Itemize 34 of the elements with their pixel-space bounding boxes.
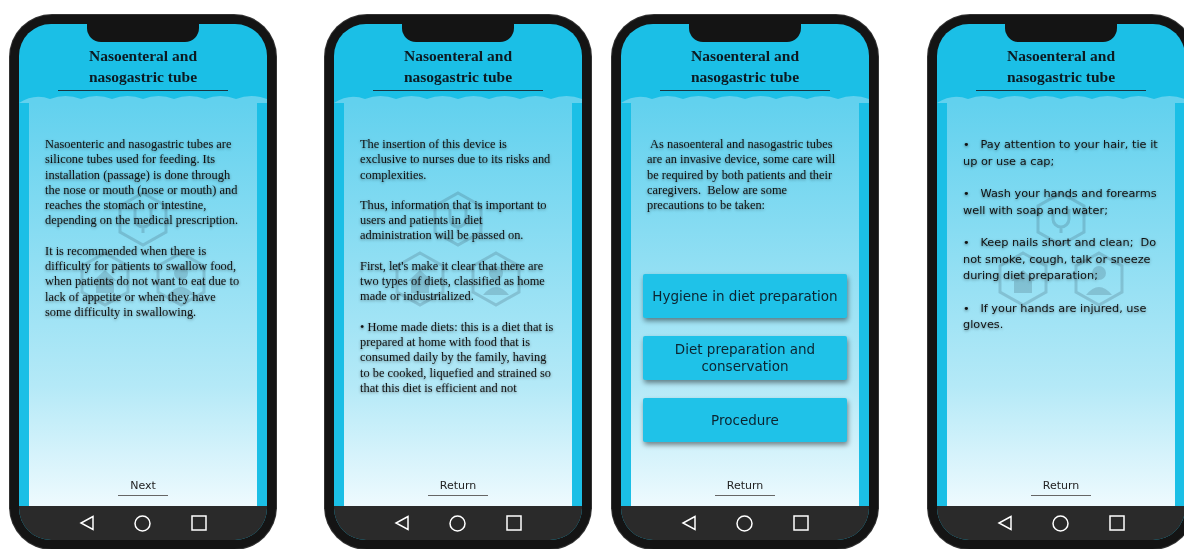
topic-button[interactable]: Procedure — [643, 398, 847, 443]
footer-link[interactable]: Return — [1030, 479, 1092, 496]
paragraph: First, let's make it clear that there are two types of diets, classified as home made or industrialized. — [360, 258, 546, 305]
footer-link[interactable]: Return — [714, 479, 776, 496]
paragraph: • If your hands are injured, use gloves. — [963, 300, 1148, 333]
home-icon[interactable] — [449, 514, 467, 532]
screen-title: Nasoenteral and nasogastric tube — [87, 46, 199, 87]
paragraph: • Pay attention to your hair, tie it up or use a cap; — [963, 137, 1159, 170]
screen-title: Nasoenteral and nasogastric tube — [402, 46, 514, 87]
back-icon[interactable] — [996, 515, 1013, 531]
recent-apps-icon[interactable] — [506, 515, 523, 531]
screen-title: Nasoenteral and nasogastric tube — [1005, 46, 1117, 87]
recent-apps-icon[interactable] — [191, 515, 208, 531]
back-icon[interactable] — [680, 515, 697, 531]
paragraph: Nasoenteric and nasogastric tubes are silicone tubes used for feeding. Its installation (passage) is done through the nose or mouth (nose or mouth) and reaches the stomach or intestine, depending on the medical prescription. — [45, 137, 240, 229]
recent-apps-icon[interactable] — [1109, 515, 1126, 531]
back-icon[interactable] — [78, 515, 95, 531]
topic-button[interactable]: Hygiene in diet preparation — [643, 274, 847, 319]
home-icon[interactable] — [134, 514, 152, 532]
paragraph: • Wash your hands and forearms well with soap and water; — [963, 186, 1158, 219]
paragraph: • Keep nails short and clean; Do not smoke, cough, talk or sneeze during diet preparation; — [963, 235, 1158, 284]
back-icon[interactable] — [393, 515, 410, 531]
paragraph: The insertion of this device is exclusive to nurses due to its risks and complexities. — [360, 137, 552, 183]
paragraph: • Home made diets: this is a diet that is prepared at home with food that is consumed daily by the family, having to be cooked, liquefied and strained so that this diet is efficient and not — [360, 319, 555, 397]
paragraph: It is recommended when there is difficulty for patients to swallow food, when patients do not want to eat due to lack of appetite or when they have some difficulty in swallowing. — [45, 243, 241, 321]
recent-apps-icon[interactable] — [793, 515, 810, 531]
footer-link[interactable]: Next — [118, 479, 168, 496]
topic-button[interactable]: Diet preparation and conservation — [643, 336, 847, 381]
home-icon[interactable] — [736, 514, 754, 532]
home-icon[interactable] — [1052, 514, 1070, 532]
screen-title: Nasoenteral and nasogastric tube — [689, 46, 801, 87]
paragraph: Thus, information that is important to users and patients in diet administration will be passed on. — [360, 197, 548, 244]
footer-link[interactable]: Return — [427, 479, 489, 496]
paragraph: As nasoenteral and nasogastric tubes are an invasive device, some care will be required by both patients and their caregivers. Below are some precautions to be taken: — [647, 137, 837, 214]
